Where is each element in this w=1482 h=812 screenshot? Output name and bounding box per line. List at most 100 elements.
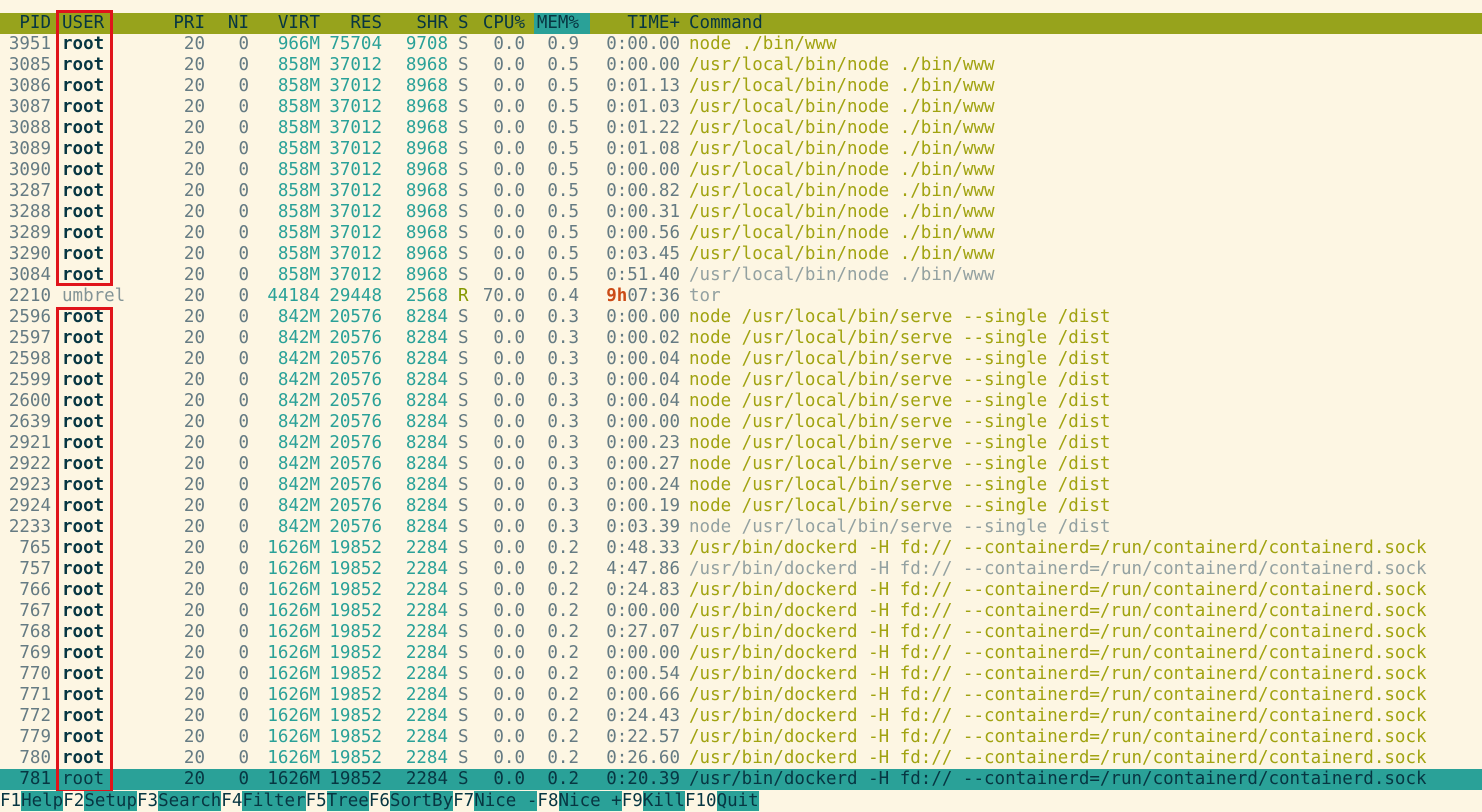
fn-key-f2[interactable]: F2 (63, 791, 85, 811)
process-res: 37012 (329, 139, 382, 159)
process-pri: 20 (183, 328, 205, 348)
process-row[interactable]: 2210 umbrel 20 0 44184 29448 2568 R 70.0 0.4 9h07:… (0, 286, 1482, 307)
fn-key-f1[interactable]: F1 (0, 791, 22, 811)
process-row[interactable]: 3288 root 20 0 858M 37012 8968 S 0.0 0.5 0:00.31/u… (0, 202, 1482, 223)
process-res: 37012 (329, 160, 382, 180)
process-row[interactable]: 2233 root 20 0 842M 20576 8284 S 0.0 0.3 0:03.39 no… (0, 517, 1482, 538)
process-row[interactable]: 3290 root 20 0 858M 37012 8968 S 0.0 0.5 0:03.45/u… (0, 244, 1482, 265)
header-virt[interactable]: VIRT (250, 13, 320, 34)
header-shr[interactable]: SHR (390, 13, 448, 34)
process-res: 37012 (329, 202, 382, 222)
header-pri[interactable]: PRI (150, 13, 205, 34)
process-row[interactable]: 2639 root 20 0 842M 20576 8284 S 0.0 0.3 0:00.00 no… (0, 412, 1482, 433)
process-row[interactable]: 3951 root 20 0 966M 75704 9708 S 0.0 0.9 0:00.00 no… (0, 34, 1482, 55)
process-shr: 2284 (405, 748, 448, 768)
fn-label-f7[interactable]: Nice - (474, 791, 538, 811)
fn-key-f3[interactable]: F3 (137, 791, 159, 811)
process-virt: 1626M (267, 538, 320, 558)
process-row[interactable]: 757 root 20 0 1626M 19852 2284 S 0.0 0.2 4:47.86/u… (0, 559, 1482, 580)
process-row[interactable]: 2599 root 20 0 842M 20576 8284 S 0.0 0.3 0:00.04 no… (0, 370, 1482, 391)
process-ni: 0 (238, 769, 249, 789)
process-row[interactable]: 770 root 20 0 1626M 19852 2284 S 0.0 0.2 0:00.54/u… (0, 664, 1482, 685)
process-row[interactable]: 768 root 20 0 1626M 19852 2284 S 0.0 0.2 0:27.07/u… (0, 622, 1482, 643)
process-row[interactable]: 3084 root 20 0 858M 37012 8968 S 0.0 0.5 0:51.40/u… (0, 265, 1482, 286)
process-row[interactable]: 780 root 20 0 1626M 19852 2284 S 0.0 0.2 0:26.60/u… (0, 748, 1482, 769)
fn-label-f5[interactable]: Tree (326, 791, 369, 811)
process-command: /usr/bin/dockerd -H fd:// --containerd=/… (689, 643, 1427, 663)
process-row[interactable]: 767 root 20 0 1626M 19852 2284 S 0.0 0.2 0:00.00/u… (0, 601, 1482, 622)
process-mem: 0.4 (547, 286, 579, 306)
process-row[interactable]: 3287 root 20 0 858M 37012 8968 S 0.0 0.5 0:00.82/u… (0, 181, 1482, 202)
header-state[interactable]: S (458, 13, 470, 34)
process-shr: 2284 (405, 538, 448, 558)
process-row[interactable]: 2596 root 20 0 842M 20576 8284 S 0.0 0.3 0:00.00 no… (0, 307, 1482, 328)
header-res[interactable]: RES (320, 13, 382, 34)
process-row[interactable]: 766 root 20 0 1626M 19852 2284 S 0.0 0.2 0:24.83/u… (0, 580, 1482, 601)
process-row[interactable]: 2597 root 20 0 842M 20576 8284 S 0.0 0.3 0:00.02 no… (0, 328, 1482, 349)
process-row[interactable]: 772 root 20 0 1626M 19852 2284 S 0.0 0.2 0:24.43/u… (0, 706, 1482, 727)
process-virt: 1626M (267, 685, 320, 705)
process-row[interactable]: 769 root 20 0 1626M 19852 2284 S 0.0 0.2 0:00.00/u… (0, 643, 1482, 664)
header-ni[interactable]: NI (210, 13, 249, 34)
process-row[interactable]: 3088 root 20 0 858M 37012 8968 S 0.0 0.5 0:01.22/u… (0, 118, 1482, 139)
process-row[interactable]: 765 root 20 0 1626M 19852 2284 S 0.0 0.2 0:48.33/u… (0, 538, 1482, 559)
header-cpu[interactable]: CPU% (476, 13, 525, 34)
fn-key-f5[interactable]: F5 (305, 791, 327, 811)
process-mem: 0.2 (547, 643, 579, 663)
fn-key-f6[interactable]: F6 (368, 791, 390, 811)
process-row[interactable]: 771 root 20 0 1626M 19852 2284 S 0.0 0.2 0:00.66/u… (0, 685, 1482, 706)
process-state: S (458, 685, 469, 705)
process-row[interactable]: 3086 root 20 0 858M 37012 8968 S 0.0 0.5 0:01.13/u… (0, 76, 1482, 97)
process-cpu: 0.0 (493, 202, 525, 222)
process-row-selected[interactable]: 781 root 20 0 1626M 19852 2284 S 0.0 0.2 0:20.39/u… (0, 769, 1482, 790)
process-row[interactable]: 3087 root 20 0 858M 37012 8968 S 0.0 0.5 0:01.03/u… (0, 97, 1482, 118)
process-row[interactable]: 2600 root 20 0 842M 20576 8284 S 0.0 0.3 0:00.04 no… (0, 391, 1482, 412)
fn-label-f9[interactable]: Kill (642, 791, 685, 811)
process-pid: 767 (19, 601, 51, 621)
process-virt: 842M (277, 433, 320, 453)
fn-key-f4[interactable]: F4 (221, 791, 243, 811)
fn-label-f10[interactable]: Quit (716, 791, 759, 811)
process-state: S (458, 76, 469, 96)
fn-label-f1[interactable]: Help (21, 791, 64, 811)
fn-key-f10[interactable]: F10 (684, 791, 717, 811)
process-ni: 0 (238, 685, 249, 705)
process-row[interactable]: 2921 root 20 0 842M 20576 8284 S 0.0 0.3 0:00.23 no… (0, 433, 1482, 454)
process-row[interactable]: 2598 root 20 0 842M 20576 8284 S 0.0 0.3 0:00.04 no… (0, 349, 1482, 370)
process-state: S (458, 412, 469, 432)
fn-label-f4[interactable]: Filter (242, 791, 306, 811)
process-row[interactable]: 3085 root 20 0 858M 37012 8968 S 0.0 0.5 0:00.00/u… (0, 55, 1482, 76)
fn-key-f7[interactable]: F7 (453, 791, 475, 811)
process-command: node /usr/local/bin/serve --single /dist (689, 349, 1111, 369)
fn-label-f3[interactable]: Search (158, 791, 222, 811)
header-mem[interactable]: MEM% (535, 13, 579, 34)
process-shr: 8968 (405, 97, 448, 117)
process-row[interactable]: 3090 root 20 0 858M 37012 8968 S 0.0 0.5 0:00.00/u… (0, 160, 1482, 181)
process-virt: 842M (277, 517, 320, 537)
header-pid[interactable]: PID (0, 13, 51, 34)
header-command[interactable]: Command (689, 13, 1482, 34)
process-row[interactable]: 2923 root 20 0 842M 20576 8284 S 0.0 0.3 0:00.24 no… (0, 475, 1482, 496)
fn-label-f6[interactable]: SortBy (389, 791, 454, 811)
process-row[interactable]: 2922 root 20 0 842M 20576 8284 S 0.0 0.3 0:00.27 no… (0, 454, 1482, 475)
process-state: S (458, 706, 469, 726)
process-row[interactable]: 3289 root 20 0 858M 37012 8968 S 0.0 0.5 0:00.56/u… (0, 223, 1482, 244)
process-row[interactable]: 2924 root 20 0 842M 20576 8284 S 0.0 0.3 0:00.19 no… (0, 496, 1482, 517)
process-res: 75704 (329, 34, 382, 54)
process-ni: 0 (238, 706, 249, 726)
header-time[interactable]: TIME+ (590, 13, 680, 34)
process-time: 0:00.31 (606, 202, 680, 222)
process-command: node /usr/local/bin/serve --single /dist (689, 454, 1111, 474)
process-shr: 8968 (405, 76, 448, 96)
fn-label-f8[interactable]: Nice + (558, 791, 622, 811)
process-row[interactable]: 3089 root 20 0 858M 37012 8968 S 0.0 0.5 0:01.08/u… (0, 139, 1482, 160)
process-shr: 8284 (405, 328, 448, 348)
fn-key-f8[interactable]: F8 (537, 791, 559, 811)
fn-label-f2[interactable]: Setup (84, 791, 137, 811)
process-mem: 0.3 (547, 475, 579, 495)
process-pid: 766 (19, 580, 51, 600)
process-mem: 0.2 (547, 748, 579, 768)
process-time: 0:27.07 (606, 622, 680, 642)
fn-key-f9[interactable]: F9 (621, 791, 643, 811)
process-row[interactable]: 779 root 20 0 1626M 19852 2284 S 0.0 0.2 0:22.57/u… (0, 727, 1482, 748)
